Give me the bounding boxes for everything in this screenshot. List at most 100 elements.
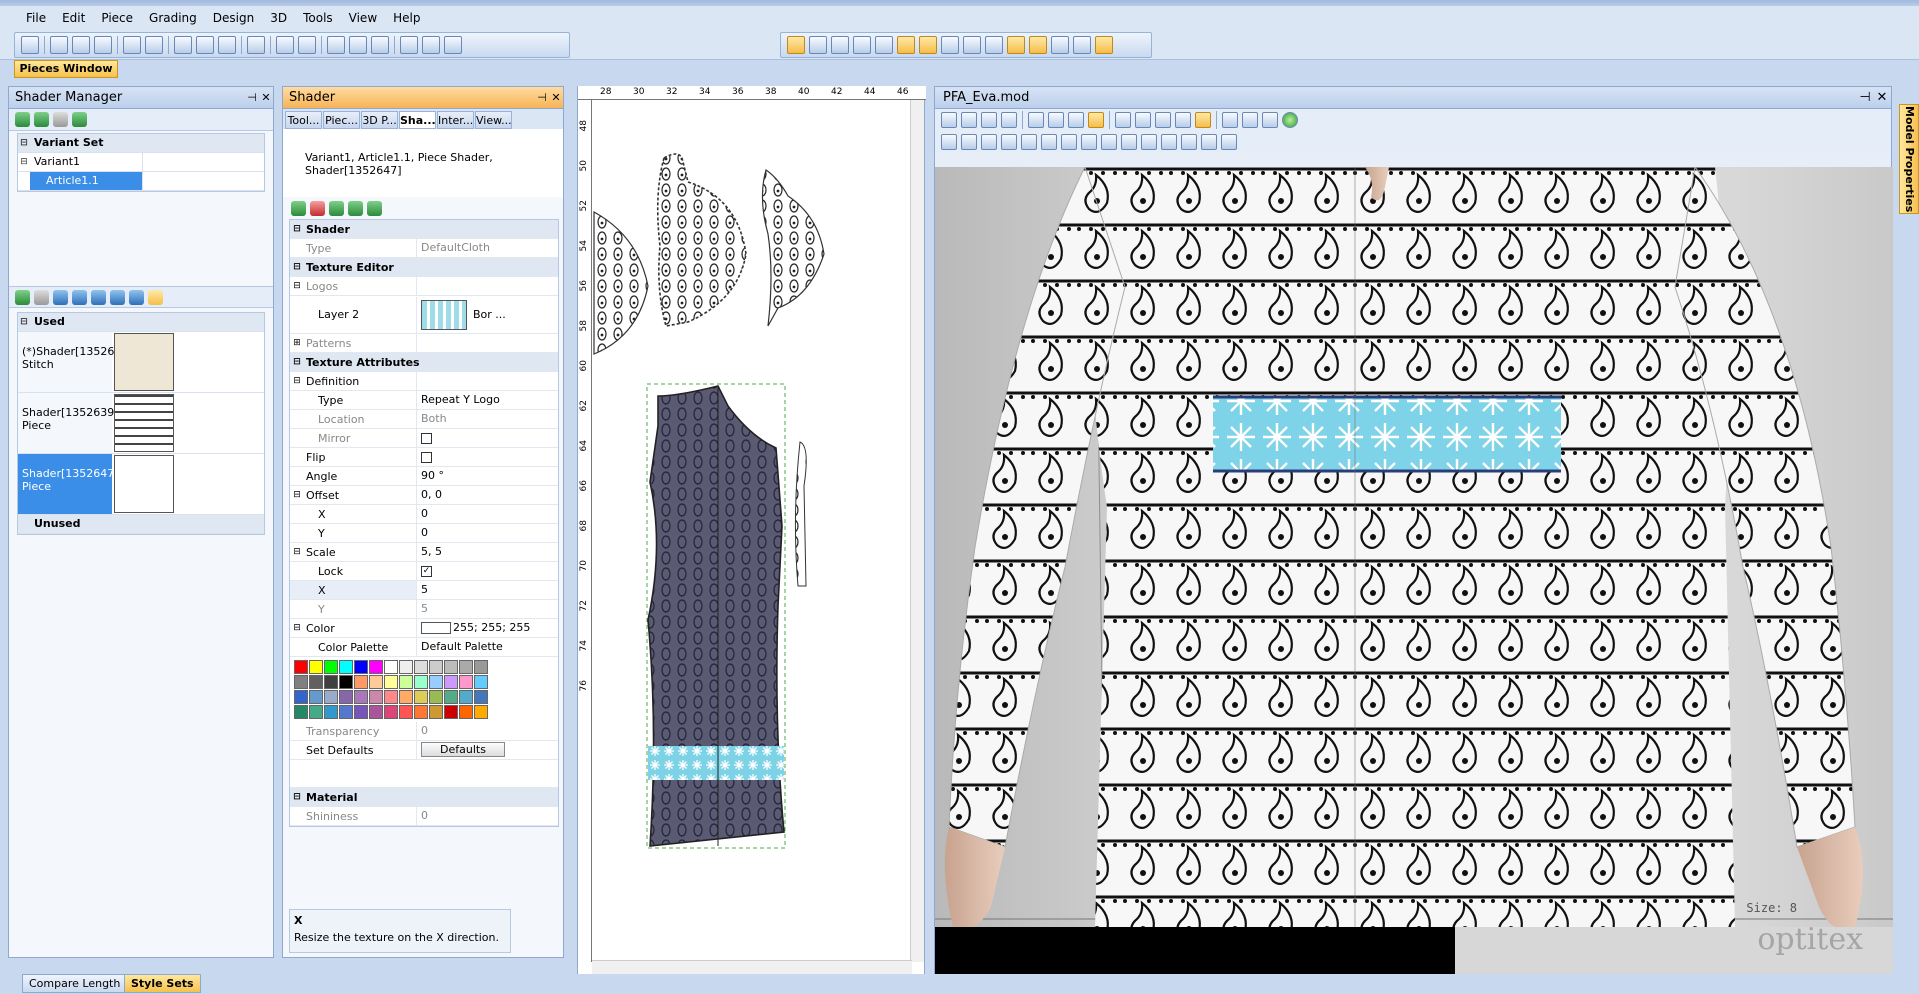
pieces-vertical-scrollbar[interactable] xyxy=(910,100,924,962)
shader-swatch[interactable] xyxy=(114,455,174,513)
globe-icon[interactable] xyxy=(1282,112,1298,128)
menu-3d[interactable]: 3D xyxy=(262,6,295,30)
spreadsheet-icon[interactable] xyxy=(853,36,871,54)
tab-4[interactable]: Inter... xyxy=(437,111,474,129)
measure-icon[interactable] xyxy=(985,36,1003,54)
prop-patterns[interactable]: ⊞ Patterns xyxy=(290,334,558,353)
palette-color[interactable] xyxy=(459,675,473,689)
save-icon[interactable] xyxy=(94,36,112,54)
palette-color[interactable] xyxy=(309,690,323,704)
cube-front-icon[interactable] xyxy=(1161,134,1177,150)
palette-color[interactable] xyxy=(294,675,308,689)
display-mode-icon[interactable] xyxy=(1222,112,1238,128)
palette-color[interactable] xyxy=(384,705,398,719)
sphere-icon[interactable] xyxy=(72,289,87,305)
palette-color[interactable] xyxy=(444,705,458,719)
color-swatch[interactable] xyxy=(421,622,451,634)
pattern-pieces[interactable] xyxy=(578,86,926,974)
document-icon[interactable] xyxy=(1073,36,1091,54)
section-shader[interactable]: ⊟ Shader xyxy=(290,220,558,239)
layer-icon[interactable] xyxy=(1041,134,1057,150)
palette-color[interactable] xyxy=(384,690,398,704)
palette-color[interactable] xyxy=(474,660,488,674)
tab-3[interactable]: Sha... xyxy=(399,111,436,129)
tension-icon[interactable] xyxy=(1175,112,1191,128)
used-group[interactable]: ⊟ Used xyxy=(18,313,264,332)
prop-color-palette[interactable]: Color Palette Default Palette xyxy=(290,638,558,657)
prop-lock[interactable]: Lock ✓ xyxy=(290,562,558,581)
prop-color[interactable]: ⊟ Color 255; 255; 255 xyxy=(290,619,558,638)
section-texture-attributes[interactable]: ⊟ Texture Attributes xyxy=(290,353,558,372)
grid-view-icon[interactable] xyxy=(809,36,827,54)
close-icon[interactable]: ✕ xyxy=(259,91,273,104)
prop-offset-x[interactable]: X0 xyxy=(290,505,558,524)
lock-checkbox[interactable]: ✓ xyxy=(421,565,432,577)
palette-color[interactable] xyxy=(339,705,353,719)
prop-scale[interactable]: ⊟ Scale 5, 5 xyxy=(290,543,558,562)
variant-row[interactable]: ⊟ Variant1 xyxy=(18,153,264,172)
palette-color[interactable] xyxy=(309,705,323,719)
model-properties-tab[interactable]: Model Properties xyxy=(1899,104,1919,214)
box-view-icon[interactable] xyxy=(1121,134,1137,150)
arrow-flow-icon[interactable] xyxy=(941,36,959,54)
palette-color[interactable] xyxy=(369,660,383,674)
palette-color[interactable] xyxy=(399,675,413,689)
plot-icon[interactable] xyxy=(145,36,163,54)
menu-tools[interactable]: Tools xyxy=(295,6,341,30)
stitch-tool-icon[interactable] xyxy=(941,134,957,150)
palette-color[interactable] xyxy=(339,690,353,704)
prop-offset[interactable]: ⊟ Offset 0, 0 xyxy=(290,486,558,505)
prop-layer[interactable]: Layer 2 Bor ... xyxy=(290,296,558,334)
palette-color[interactable] xyxy=(414,705,428,719)
load-avatar-icon[interactable] xyxy=(981,112,997,128)
tab-compare-length[interactable]: Compare Length xyxy=(22,974,128,993)
palette-color[interactable] xyxy=(459,705,473,719)
prop-shininess[interactable]: Shininess 0 xyxy=(290,807,558,826)
refresh-icon[interactable] xyxy=(15,289,30,305)
help-icon[interactable] xyxy=(422,36,440,54)
bounding-box-icon[interactable] xyxy=(1101,134,1117,150)
shader-row[interactable]: (*)Shader[1352638] Stitch xyxy=(18,332,264,393)
prop-angle[interactable]: Angle 90 ° xyxy=(290,467,558,486)
palette-color[interactable] xyxy=(324,705,338,719)
tab-2[interactable]: 3D P... xyxy=(361,111,398,129)
palette-color[interactable] xyxy=(384,660,398,674)
shape-icon[interactable] xyxy=(1081,134,1097,150)
palette-color[interactable] xyxy=(354,660,368,674)
prop-location[interactable]: Location Both xyxy=(290,410,558,429)
simulate-icon[interactable] xyxy=(963,36,981,54)
cube-side-icon[interactable] xyxy=(1181,134,1197,150)
new-file-icon[interactable] xyxy=(50,36,68,54)
add-layer-icon[interactable] xyxy=(291,200,306,216)
palette-color[interactable] xyxy=(444,690,458,704)
section-texture-editor[interactable]: ⊟ Texture Editor xyxy=(290,258,558,277)
mesh-icon[interactable] xyxy=(1221,134,1237,150)
close-icon[interactable]: ✕ xyxy=(1873,90,1891,105)
section-material[interactable]: ⊟ Material xyxy=(290,788,558,807)
3d-scene[interactable]: Size: 8 optitex xyxy=(935,167,1893,975)
mirror-checkbox[interactable] xyxy=(421,432,432,444)
zoom-fit-icon[interactable] xyxy=(1048,112,1064,128)
prop-flip[interactable]: Flip xyxy=(290,448,558,467)
palette-color[interactable] xyxy=(294,690,308,704)
palette-color[interactable] xyxy=(339,675,353,689)
menu-grading[interactable]: Grading xyxy=(141,6,205,30)
prop-transparency[interactable]: Transparency 0 xyxy=(290,722,558,741)
shader-row[interactable]: Shader[1352647] Piece xyxy=(18,454,264,515)
clear-icon[interactable] xyxy=(961,112,977,128)
palette-color[interactable] xyxy=(369,675,383,689)
close-icon[interactable]: ✕ xyxy=(549,91,563,104)
palette-color[interactable] xyxy=(354,690,368,704)
prop-logos[interactable]: ⊟ Logos xyxy=(290,277,558,296)
palette-color[interactable] xyxy=(474,690,488,704)
tab-style-sets[interactable]: Style Sets xyxy=(124,974,201,993)
palette-color[interactable] xyxy=(429,690,443,704)
pieces-view-icon[interactable] xyxy=(787,36,805,54)
export-layer-icon[interactable] xyxy=(367,200,382,216)
palette-color[interactable] xyxy=(414,660,428,674)
shader-swatch[interactable] xyxy=(114,333,174,391)
inspect-icon[interactable] xyxy=(1135,112,1151,128)
fabric-icon[interactable] xyxy=(1061,134,1077,150)
brush-icon[interactable] xyxy=(129,289,144,305)
reset-view-icon[interactable] xyxy=(941,112,957,128)
